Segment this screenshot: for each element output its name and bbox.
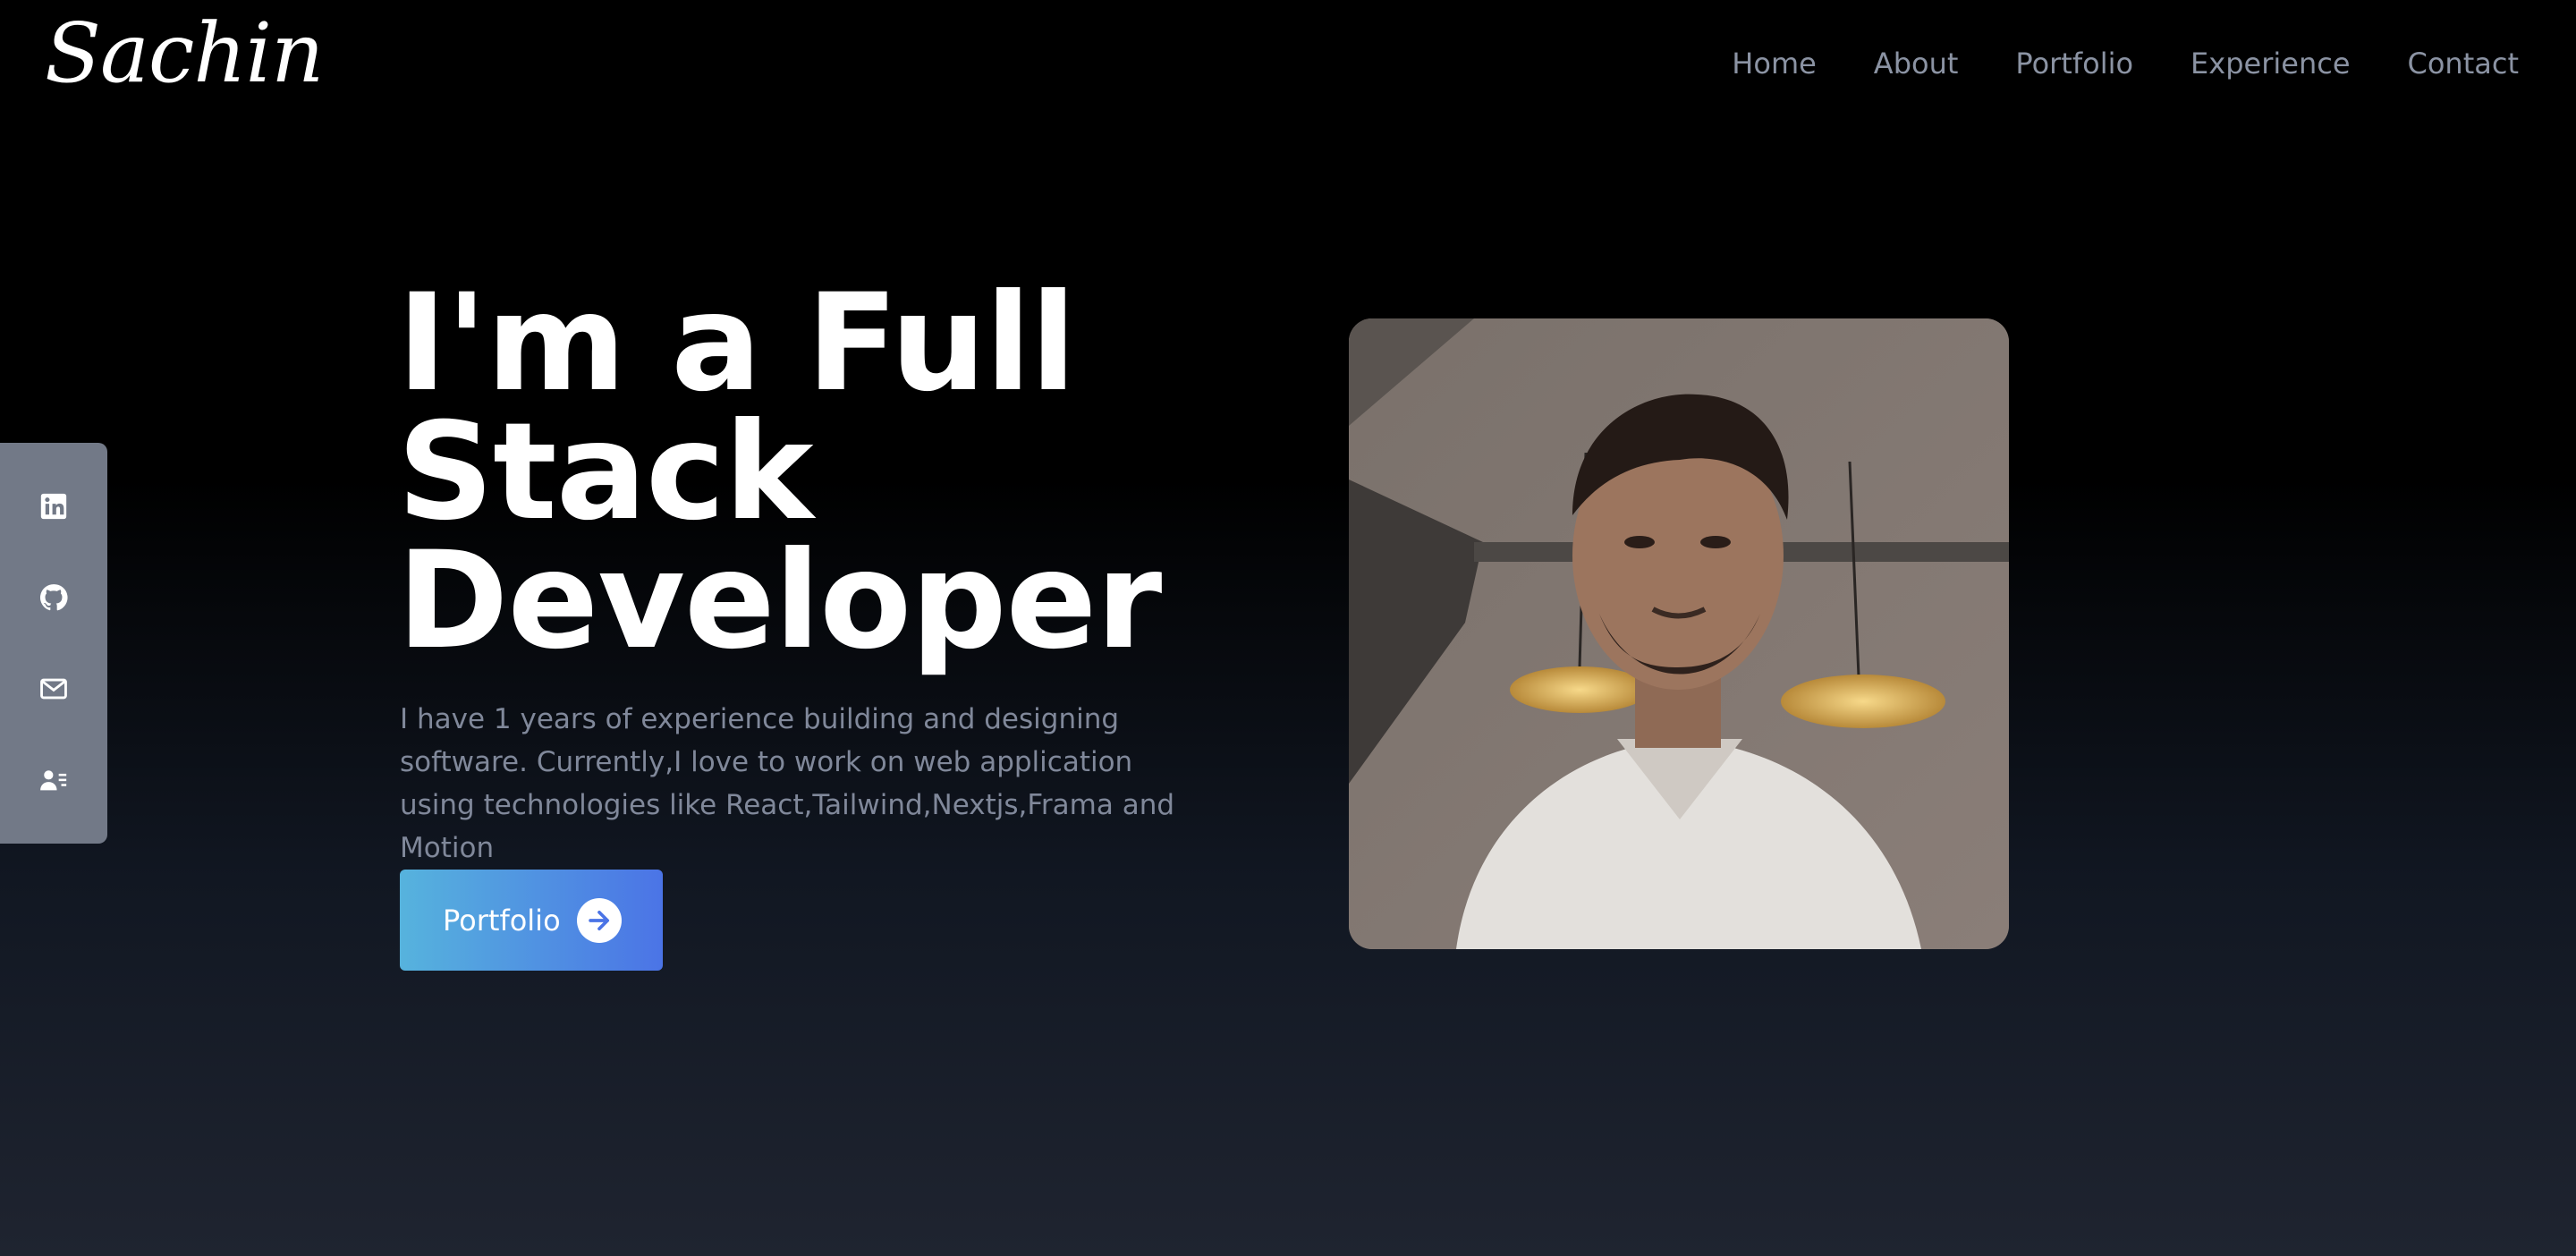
hero-description: I have 1 years of experience building an…	[400, 703, 1175, 864]
linkedin-icon[interactable]	[38, 491, 69, 522]
page: Sachin Home About Portfolio Experience C…	[0, 0, 2576, 1256]
logo[interactable]: Sachin	[45, 5, 324, 101]
contact-card-icon[interactable]	[38, 765, 69, 795]
portfolio-button[interactable]: Portfolio	[400, 870, 663, 971]
mail-icon[interactable]	[38, 674, 69, 704]
arrow-right-icon	[576, 897, 622, 943]
nav-contact[interactable]: Contact	[2408, 47, 2520, 81]
profile-photo	[1349, 318, 2009, 949]
headline-line-1: I'm a Full	[397, 266, 1076, 421]
nav-experience[interactable]: Experience	[2190, 47, 2350, 81]
headline-line-2: Stack	[397, 395, 814, 550]
social-sidebar	[0, 443, 107, 844]
github-icon[interactable]	[38, 582, 69, 613]
portfolio-button-label: Portfolio	[443, 903, 561, 938]
nav-portfolio[interactable]: Portfolio	[2015, 47, 2133, 81]
hero-headline: I'm a Full Stack Developer	[397, 266, 1202, 679]
main-nav: Home About Portfolio Experience Contact	[1732, 47, 2519, 81]
nav-about[interactable]: About	[1874, 47, 1959, 81]
nav-home[interactable]: Home	[1732, 47, 1817, 81]
headline-line-3: Developer	[397, 523, 1162, 679]
